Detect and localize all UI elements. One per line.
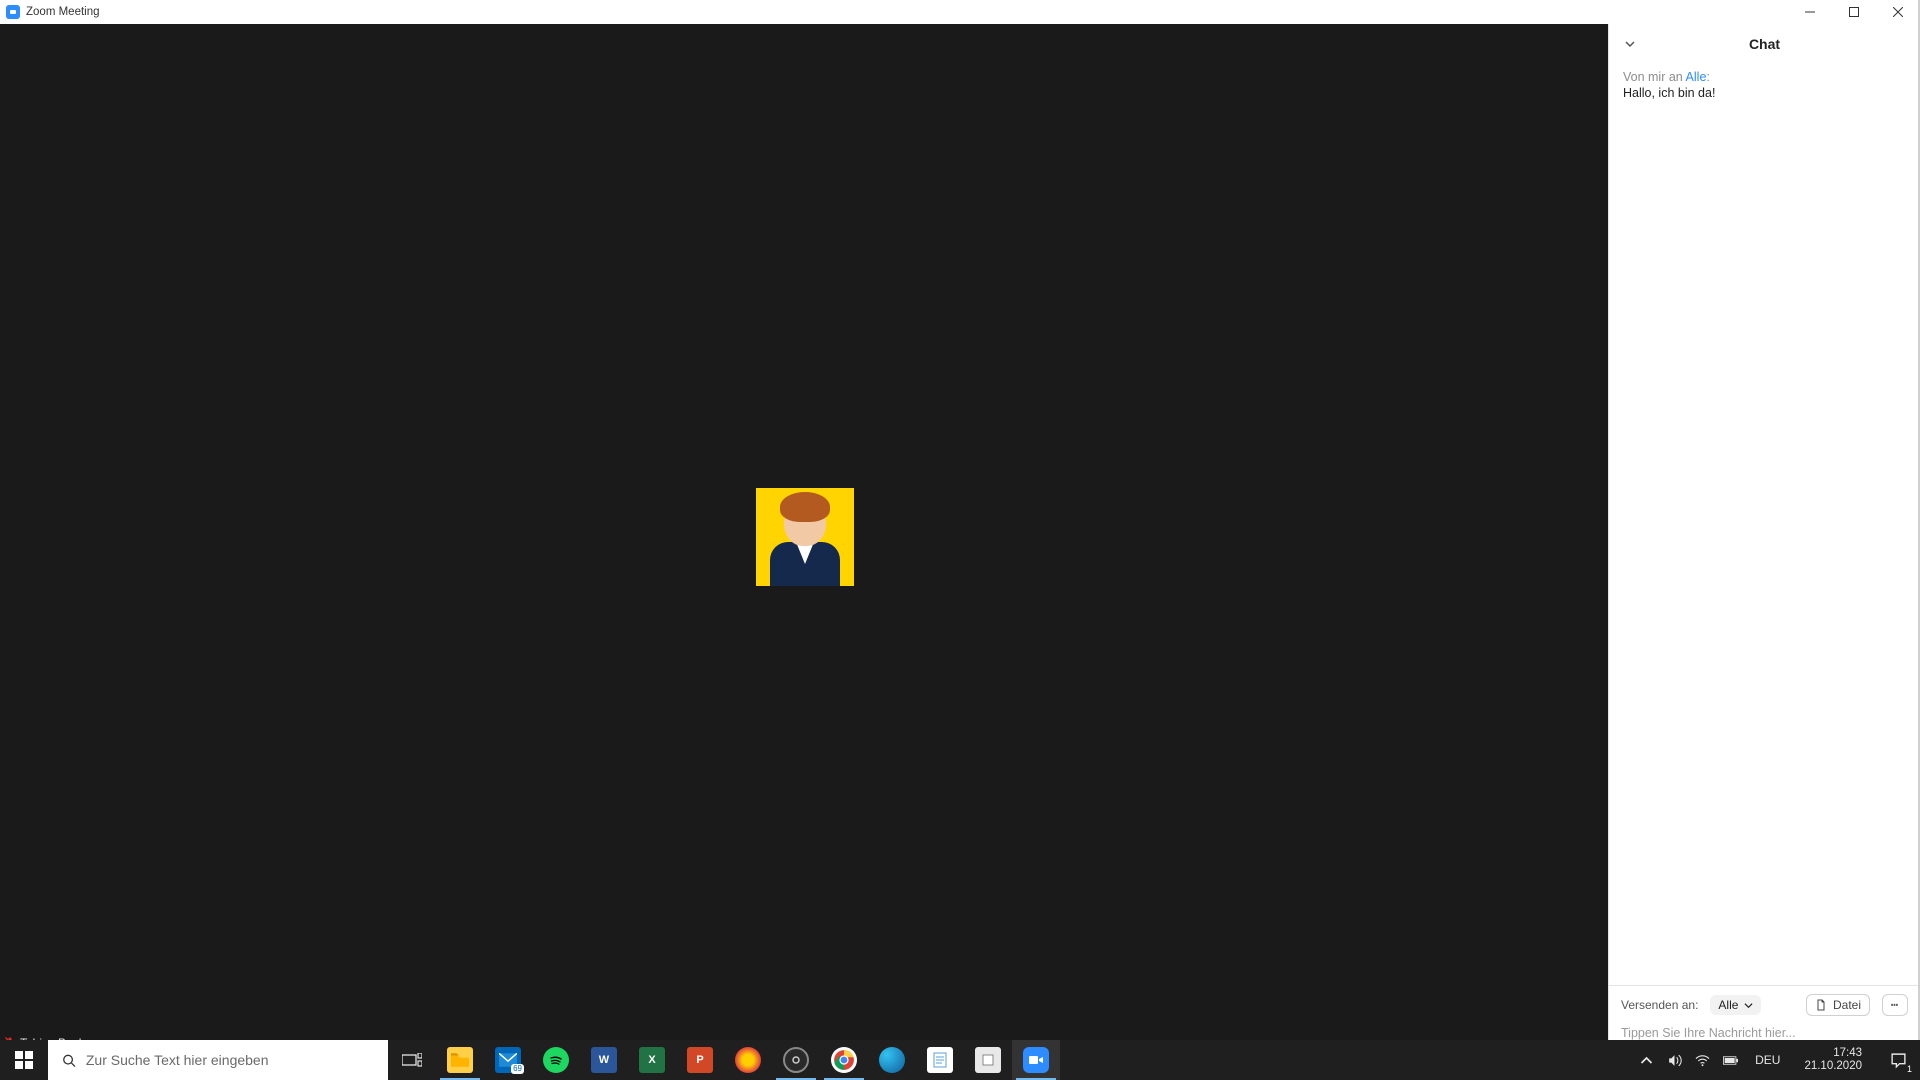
video-area[interactable]: Tobias Becker: [0, 24, 1608, 1052]
file-icon: [1815, 999, 1827, 1011]
action-center-button[interactable]: 1: [1876, 1040, 1920, 1080]
file-button-label: Datei: [1833, 998, 1861, 1012]
attach-file-button[interactable]: Datei: [1806, 994, 1870, 1016]
file-explorer-app[interactable]: [436, 1040, 484, 1080]
tray-show-hidden[interactable]: [1637, 1051, 1655, 1069]
chrome-app[interactable]: [820, 1040, 868, 1080]
chrome-icon: [831, 1047, 857, 1073]
chat-to-target: Alle: [1686, 70, 1707, 84]
taskbar-clock[interactable]: 17:43 21.10.2020: [1796, 1047, 1870, 1073]
clock-date: 21.10.2020: [1804, 1060, 1862, 1073]
notification-icon: [1890, 1052, 1907, 1069]
zoom-meeting-window: Zoom Meeting: [0, 0, 1920, 1052]
chat-panel: Chat Von mir an Alle: Hallo, ich bin da!…: [1608, 24, 1920, 1052]
word-icon: W: [591, 1047, 617, 1073]
excel-app[interactable]: X: [628, 1040, 676, 1080]
windows-taskbar: 69 W X P: [0, 1040, 1920, 1080]
chevron-down-icon: [1744, 1001, 1753, 1010]
volume-icon[interactable]: [1665, 1051, 1683, 1069]
send-to-dropdown[interactable]: Alle: [1710, 995, 1761, 1015]
battery-icon[interactable]: [1721, 1051, 1739, 1069]
mail-app[interactable]: 69: [484, 1040, 532, 1080]
notification-count: 1: [1907, 1064, 1912, 1074]
taskbar-app-icons: 69 W X P: [388, 1040, 1060, 1080]
folder-icon: [447, 1047, 473, 1073]
start-button[interactable]: [0, 1040, 48, 1080]
obs-app[interactable]: [772, 1040, 820, 1080]
wifi-icon[interactable]: [1693, 1051, 1711, 1069]
clock-time: 17:43: [1833, 1047, 1862, 1060]
close-button[interactable]: [1876, 0, 1920, 24]
mail-badge: 69: [511, 1064, 524, 1074]
minimize-button[interactable]: [1788, 0, 1832, 24]
edge-icon: [879, 1047, 905, 1073]
excel-icon: X: [639, 1047, 665, 1073]
language-indicator[interactable]: DEU: [1749, 1053, 1786, 1067]
participant-avatar: [756, 488, 854, 586]
windows-logo-icon: [15, 1051, 33, 1069]
chat-input[interactable]: [1621, 1026, 1908, 1040]
chat-to-suffix: :: [1706, 70, 1709, 84]
notepad-icon: [927, 1047, 953, 1073]
chat-messages[interactable]: Von mir an Alle: Hallo, ich bin da!: [1609, 64, 1920, 985]
word-app[interactable]: W: [580, 1040, 628, 1080]
chat-collapse-button[interactable]: [1619, 33, 1641, 55]
chat-from-prefix: Von mir an: [1623, 70, 1686, 84]
chat-more-button[interactable]: ┅: [1882, 994, 1908, 1016]
zoom-app[interactable]: [1012, 1040, 1060, 1080]
chat-header: Chat: [1609, 24, 1920, 64]
circle-app-icon: [735, 1047, 761, 1073]
powerpoint-icon: P: [687, 1047, 713, 1073]
zoom-body: Tobias Becker Chat Von mir an Alle: Hall…: [0, 24, 1920, 1052]
app-generic-2[interactable]: [964, 1040, 1012, 1080]
chat-title: Chat: [1749, 36, 1780, 52]
window-titlebar: Zoom Meeting: [0, 0, 1920, 24]
app-generic-1[interactable]: [724, 1040, 772, 1080]
send-to-value: Alle: [1718, 998, 1738, 1012]
light-app-icon: [975, 1047, 1001, 1073]
chat-message-text: Hallo, ich bin da!: [1623, 86, 1906, 100]
search-icon: [62, 1053, 76, 1068]
zoom-app-icon: [6, 5, 20, 19]
edge-app[interactable]: [868, 1040, 916, 1080]
obs-icon: [783, 1047, 809, 1073]
task-view-icon: [402, 1053, 422, 1067]
maximize-button[interactable]: [1832, 0, 1876, 24]
spotify-icon: [543, 1047, 569, 1073]
chat-message-meta: Von mir an Alle:: [1623, 70, 1906, 84]
notepad-app[interactable]: [916, 1040, 964, 1080]
task-view-button[interactable]: [388, 1040, 436, 1080]
system-tray: DEU 17:43 21.10.2020: [1631, 1040, 1876, 1080]
taskbar-search[interactable]: [48, 1040, 388, 1080]
zoom-taskbar-icon: [1023, 1047, 1049, 1073]
send-to-label: Versenden an:: [1621, 998, 1698, 1012]
taskbar-search-input[interactable]: [86, 1052, 374, 1068]
window-title: Zoom Meeting: [26, 6, 100, 18]
powerpoint-app[interactable]: P: [676, 1040, 724, 1080]
spotify-app[interactable]: [532, 1040, 580, 1080]
